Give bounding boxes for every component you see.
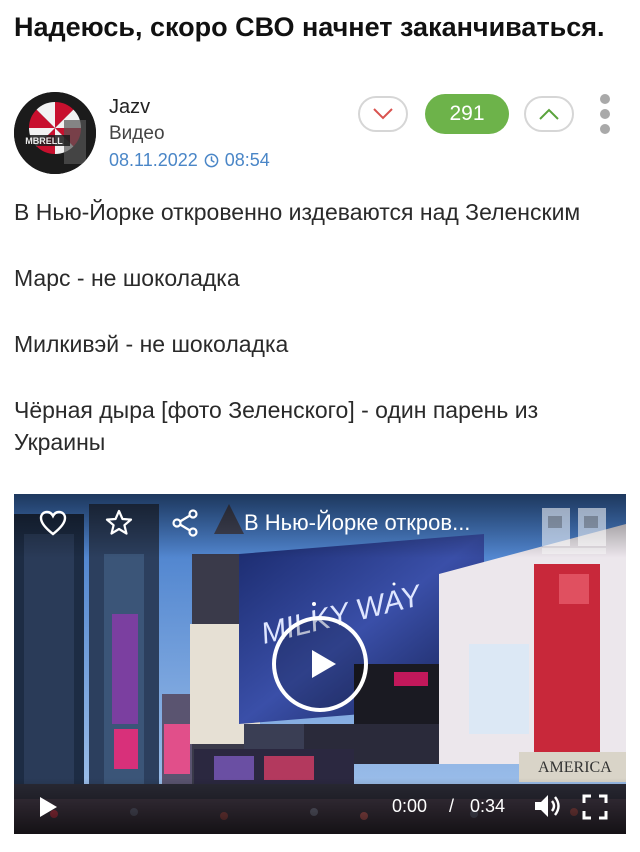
post-paragraph: Марс - не шоколадка	[14, 265, 240, 291]
heart-icon[interactable]	[38, 508, 68, 538]
more-options-button[interactable]	[598, 94, 612, 134]
star-icon[interactable]	[104, 508, 134, 538]
video-title: В Нью-Йорке откров...	[244, 510, 471, 535]
vote-up-button[interactable]	[524, 96, 574, 132]
post-body: В Нью-Йорке откровенно издеваются над Зе…	[14, 196, 624, 458]
more-vertical-icon	[600, 94, 610, 104]
chevron-down-icon	[373, 108, 393, 120]
avatar-text: MBRELL	[25, 136, 63, 146]
post-paragraph: В Нью-Йорке откровенно издеваются над Зе…	[14, 199, 581, 225]
umbrella-logo: MBRELL	[14, 92, 96, 174]
channel-watermark	[542, 508, 606, 554]
post-time: 08:54	[224, 150, 270, 170]
play-icon	[312, 650, 336, 678]
video-player[interactable]: MILKY WAY AMERICA В Нью-Йорке откров... …	[14, 494, 626, 834]
avatar[interactable]: MBRELL	[14, 92, 96, 174]
play-icon[interactable]	[38, 796, 58, 818]
video-duration: 0:34	[470, 796, 506, 816]
vote-down-button[interactable]	[358, 96, 408, 132]
post-date: 08.11.2022	[109, 150, 198, 170]
post-meta: MBRELL Jazv Видео 08.11.2022 08:54 291	[14, 92, 626, 176]
post-datetime: 08.11.2022 08:54	[109, 150, 270, 171]
clock-icon	[204, 153, 219, 168]
post-title: Надеюсь, скоро СВО начнет заканчиваться.	[14, 12, 605, 42]
time-separator: /	[449, 796, 455, 816]
sign-text: AMERICA	[538, 759, 612, 776]
play-button[interactable]	[272, 616, 368, 712]
volume-icon[interactable]	[532, 792, 562, 820]
chevron-up-icon	[539, 108, 559, 120]
post-type: Видео	[109, 123, 165, 144]
current-time: 0:00	[392, 796, 428, 816]
rating-badge: 291	[425, 94, 509, 134]
share-icon[interactable]	[170, 508, 200, 538]
post-paragraph: Милкивэй - не шоколадка	[14, 331, 289, 357]
fullscreen-icon[interactable]	[582, 794, 608, 820]
post-paragraph: Чёрная дыра [фото Зеленского] - один пар…	[14, 397, 539, 455]
author-name[interactable]: Jazv	[109, 96, 150, 119]
